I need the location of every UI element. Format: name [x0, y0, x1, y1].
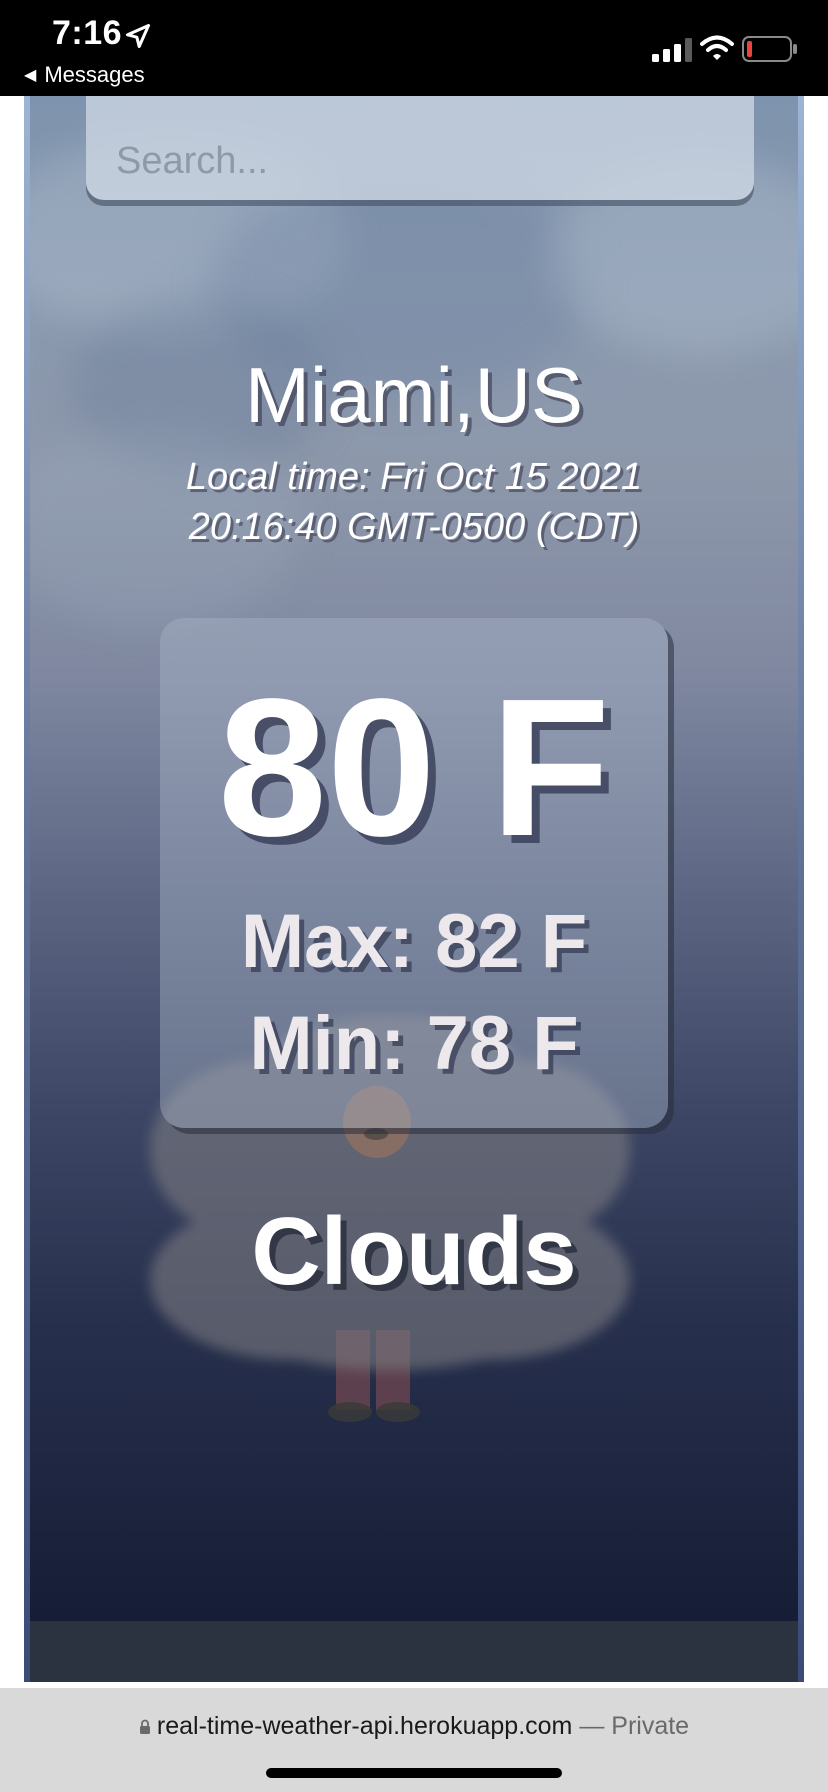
- wifi-icon: [700, 35, 734, 60]
- search-input[interactable]: [86, 96, 754, 200]
- local-time-line2: 20:16:40 GMT-0500 (CDT): [188, 506, 640, 548]
- location-arrow-icon: [125, 23, 151, 49]
- temperature-card: 80 F Max: 82 F Min: 78 F: [160, 618, 668, 1128]
- private-mode-label: Private: [611, 1712, 690, 1740]
- status-time: 7:16: [52, 14, 123, 52]
- current-temperature: 80 F: [217, 658, 611, 877]
- home-indicator[interactable]: [266, 1768, 562, 1778]
- back-triangle-icon: ◀: [24, 67, 37, 84]
- status-bar: 7:16 ◀ Messages: [0, 0, 828, 96]
- back-to-messages-link[interactable]: ◀ Messages: [24, 62, 145, 88]
- battery-icon: [742, 36, 797, 62]
- city-name: Miami,US: [244, 351, 583, 439]
- back-label: Messages: [44, 62, 145, 87]
- max-temperature: Max: 82 F: [240, 899, 588, 984]
- min-temperature: Min: 78 F: [249, 1001, 579, 1086]
- local-time: Local time: Fri Oct 15 2021 20:16:40 GMT…: [150, 452, 678, 552]
- url-separator: —: [572, 1712, 612, 1740]
- signal-icon: [652, 38, 692, 62]
- url-display[interactable]: real-time-weather-api.herokuapp.com — Pr…: [0, 1712, 828, 1741]
- local-time-line1: Local time: Fri Oct 15 2021: [185, 456, 643, 498]
- page-footer: [30, 1621, 798, 1682]
- url-text: real-time-weather-api.herokuapp.com: [156, 1712, 573, 1740]
- lock-icon: [139, 1719, 150, 1734]
- weather-condition: Clouds: [251, 1198, 577, 1305]
